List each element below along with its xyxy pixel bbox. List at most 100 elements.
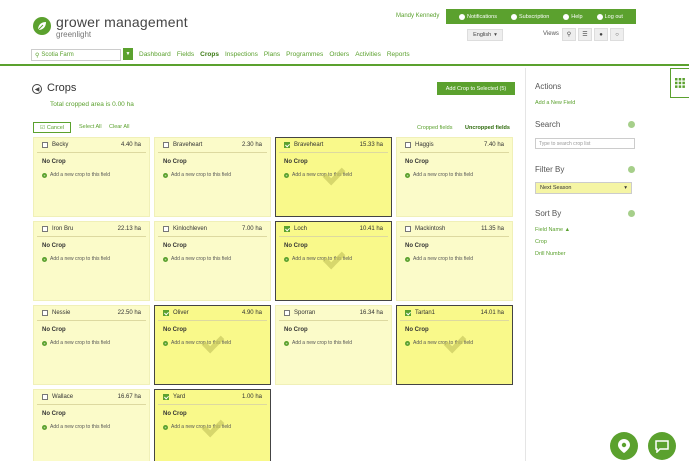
clear-all-link[interactable]: Clear All — [109, 124, 129, 130]
nav-orders[interactable]: Orders — [329, 51, 349, 58]
field-card[interactable]: Oliver 4.90 ha No Crop + Add a new crop to t… — [154, 305, 271, 385]
season-filter-select[interactable]: Next Season ▾ — [535, 182, 632, 194]
add-new-field-link[interactable]: Add a New Field — [535, 100, 575, 106]
location-button[interactable] — [610, 432, 638, 460]
add-crop-to-selected-button[interactable]: Add Crop to Selected (5) — [437, 82, 515, 95]
plus-circle-icon: + — [42, 424, 47, 430]
sort-crop[interactable]: Crop — [535, 239, 547, 245]
subscription-label: Subscription — [518, 13, 550, 20]
add-new-crop-link[interactable]: + Add a new crop to this field — [42, 340, 110, 346]
field-card[interactable]: Becky 4.40 ha No Crop + Add a new crop to th… — [33, 137, 150, 217]
field-name: Tartan1 — [415, 310, 436, 316]
logout-button[interactable]: Log out — [596, 13, 623, 20]
field-checkbox[interactable] — [163, 142, 169, 148]
field-checkbox[interactable] — [42, 142, 48, 148]
field-checkbox[interactable] — [163, 394, 169, 400]
field-card[interactable]: Braveheart 2.30 ha No Crop + Add a new crop … — [154, 137, 271, 217]
ring-view-icon[interactable]: ○ — [610, 28, 624, 41]
uncropped-fields-filter[interactable]: Uncropped fields — [465, 125, 510, 131]
plus-circle-icon: + — [163, 340, 168, 346]
add-new-crop-label: Add a new crop to this field — [50, 172, 111, 178]
sort-drill-number[interactable]: Drill Number — [535, 251, 566, 257]
select-all-link[interactable]: Select All — [79, 124, 102, 130]
add-new-crop-label: Add a new crop to this field — [171, 256, 232, 262]
add-new-crop-link[interactable]: + Add a new crop to this field — [42, 256, 110, 262]
cancel-label: Cancel — [46, 124, 65, 131]
field-checkbox[interactable] — [284, 310, 290, 316]
view-toggle-group: ⚲ ☰ ● ○ — [562, 28, 624, 41]
notifications-button[interactable]: Notifications — [459, 13, 497, 20]
field-card[interactable]: Wallace 16.67 ha No Crop + Add a new crop to… — [33, 389, 150, 461]
chevron-down-icon: ▼ — [125, 51, 131, 57]
add-new-crop-link[interactable]: + Add a new crop to this field — [42, 424, 110, 430]
field-checkbox[interactable] — [284, 142, 290, 148]
field-checkbox[interactable] — [405, 226, 411, 232]
nav-plans[interactable]: Plans — [264, 51, 280, 58]
add-new-crop-link[interactable]: + Add a new crop to this field — [284, 340, 352, 346]
map-pin-view-icon[interactable]: ⚲ — [562, 28, 576, 41]
field-card[interactable]: Mackintosh 11.35 ha No Crop + Add a new crop… — [396, 221, 513, 301]
chat-button[interactable] — [648, 432, 676, 460]
search-help-icon[interactable] — [628, 121, 635, 128]
field-checkbox[interactable] — [405, 142, 411, 148]
add-new-crop-link[interactable]: + Add a new crop to this field — [42, 172, 110, 178]
user-name[interactable]: Mandy Kennedy — [396, 13, 439, 19]
gear-icon — [510, 13, 517, 20]
nav-dashboard[interactable]: Dashboard — [139, 51, 171, 58]
list-view-icon[interactable]: ☰ — [578, 28, 592, 41]
nav-programmes[interactable]: Programmes — [286, 51, 323, 58]
field-area: 7.40 ha — [483, 142, 504, 148]
nav-fields[interactable]: Fields — [177, 51, 194, 58]
add-new-crop-link[interactable]: + Add a new crop to this field — [405, 172, 473, 178]
field-card[interactable]: Haggis 7.40 ha No Crop + Add a new crop to t… — [396, 137, 513, 217]
field-card[interactable]: Sporran 16.34 ha No Crop + Add a new crop to… — [275, 305, 392, 385]
help-button[interactable]: Help — [563, 13, 583, 20]
field-card[interactable]: Nessie 22.50 ha No Crop + Add a new crop to … — [33, 305, 150, 385]
field-card[interactable]: Loch 10.41 ha No Crop + Add a new crop to th… — [275, 221, 392, 301]
language-select[interactable]: English ▾ — [467, 29, 503, 41]
views-label: Views — [543, 31, 559, 37]
field-name: Yard — [173, 394, 186, 400]
field-checkbox[interactable] — [284, 226, 290, 232]
leaf-logo-icon[interactable] — [33, 17, 51, 35]
field-card-header: Wallace 16.67 ha — [37, 390, 146, 405]
field-card[interactable]: Iron Bru 22.13 ha No Crop + Add a new crop t… — [33, 221, 150, 301]
add-new-crop-label: Add a new crop to this field — [171, 172, 232, 178]
field-checkbox[interactable] — [163, 226, 169, 232]
no-crop-label: No Crop — [163, 411, 187, 417]
add-new-crop-label: Add a new crop to this field — [413, 172, 474, 178]
cancel-button[interactable]: ☑ Cancel — [33, 122, 71, 133]
nav-activities[interactable]: Activities — [355, 51, 381, 58]
field-card[interactable]: Yard 1.00 ha No Crop + Add a new crop to thi… — [154, 389, 271, 461]
filter-help-icon[interactable] — [628, 166, 635, 173]
apps-grid-tab[interactable] — [670, 68, 689, 98]
field-name: Loch — [294, 226, 308, 232]
field-card[interactable]: Tartan1 14.01 ha No Crop + Add a new crop to… — [396, 305, 513, 385]
help-icon — [563, 13, 570, 20]
add-new-crop-link[interactable]: + Add a new crop to this field — [405, 256, 473, 262]
cropped-fields-filter[interactable]: Cropped fields — [417, 125, 452, 131]
circle-view-icon[interactable]: ● — [594, 28, 608, 41]
farm-dropdown-button[interactable]: ▼ — [123, 48, 133, 60]
sort-field-name[interactable]: Field Name ▲ — [535, 227, 570, 233]
field-checkbox[interactable] — [163, 310, 169, 316]
field-checkbox[interactable] — [42, 226, 48, 232]
field-card[interactable]: Braveheart 15.33 ha No Crop + Add a new crop… — [275, 137, 392, 217]
crop-search-input[interactable]: Type to search crop list — [535, 138, 635, 149]
field-checkbox[interactable] — [405, 310, 411, 316]
field-card-header: Iron Bru 22.13 ha — [37, 222, 146, 237]
field-card-header: Loch 10.41 ha — [279, 222, 388, 237]
farm-select[interactable]: ⚲ Scotia Farm — [31, 49, 121, 61]
sort-help-icon[interactable] — [628, 210, 635, 217]
add-new-crop-link[interactable]: + Add a new crop to this field — [163, 172, 231, 178]
actions-sidebar: Actions Add a New Field Search Type to s… — [525, 68, 665, 461]
nav-reports[interactable]: Reports — [387, 51, 410, 58]
nav-inspections[interactable]: Inspections — [225, 51, 258, 58]
nav-crops[interactable]: Crops — [200, 51, 219, 58]
add-new-crop-link[interactable]: + Add a new crop to this field — [163, 256, 231, 262]
back-arrow-icon[interactable]: ◀ — [32, 84, 42, 94]
field-checkbox[interactable] — [42, 310, 48, 316]
subscription-button[interactable]: Subscription — [510, 13, 550, 20]
field-checkbox[interactable] — [42, 394, 48, 400]
field-card[interactable]: Kinlochleven 7.00 ha No Crop + Add a new cro… — [154, 221, 271, 301]
